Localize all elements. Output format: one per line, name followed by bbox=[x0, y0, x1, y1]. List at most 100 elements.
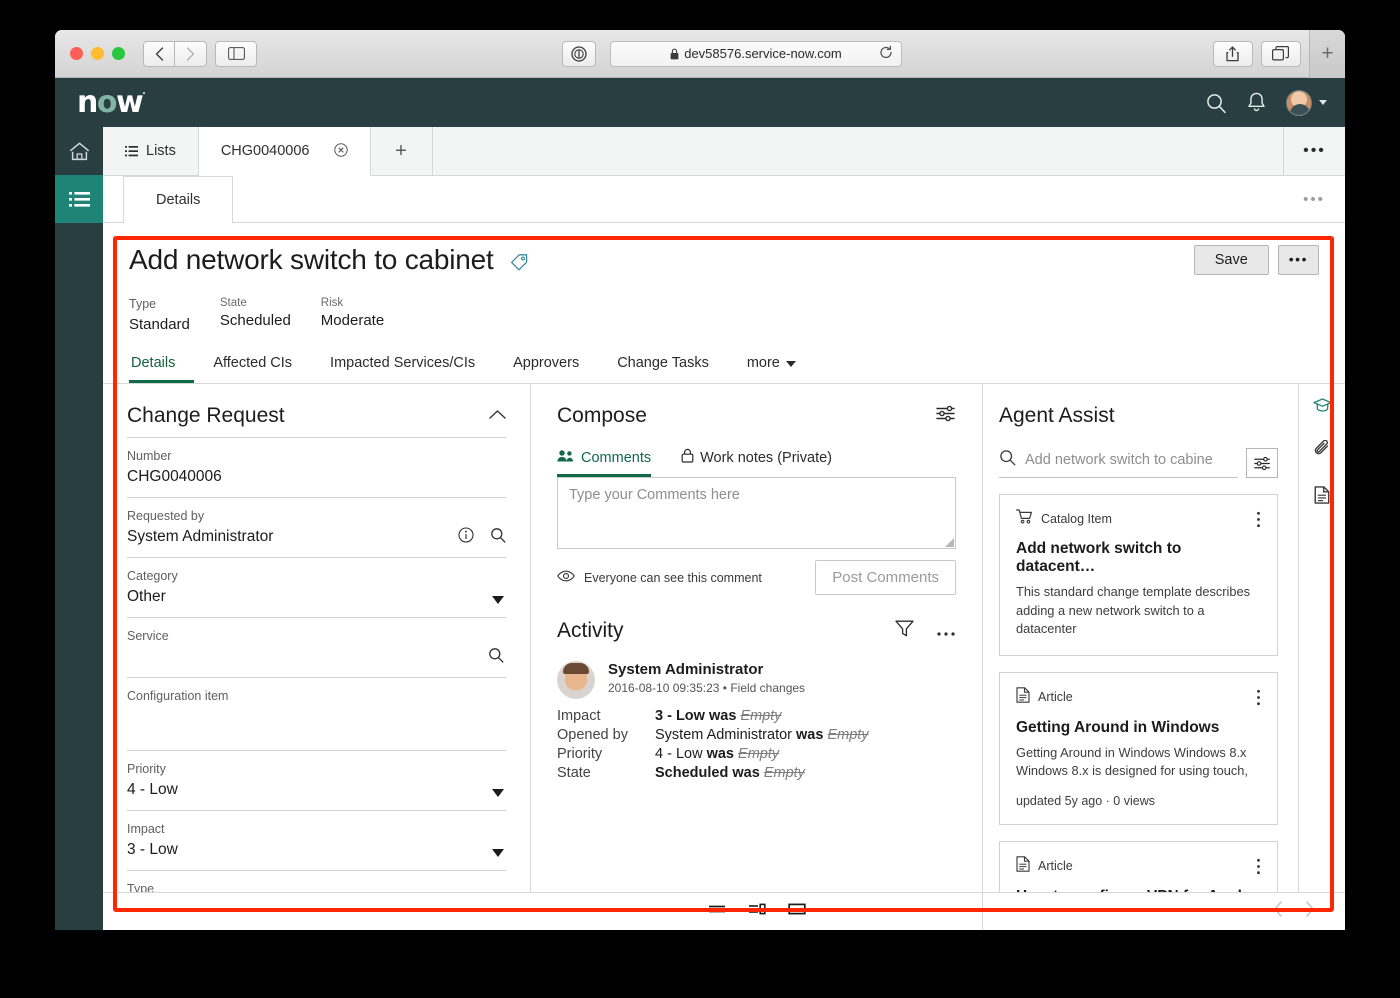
paperclip-icon[interactable] bbox=[1314, 439, 1331, 464]
card-header: Catalog Item bbox=[1016, 509, 1261, 529]
field-requested-by[interactable]: Requested by System Administrator bbox=[127, 498, 506, 558]
share-icon[interactable] bbox=[1212, 40, 1253, 67]
graduation-cap-icon[interactable] bbox=[1312, 398, 1332, 418]
chevron-down-icon[interactable] bbox=[492, 596, 504, 604]
tab-lists[interactable]: Lists bbox=[103, 127, 199, 175]
field-priority[interactable]: Priority 4 - Low bbox=[127, 751, 506, 811]
field-type-label: Type bbox=[127, 882, 155, 892]
forward-arrow-icon[interactable] bbox=[175, 40, 207, 67]
lock-icon bbox=[681, 448, 694, 467]
card-title: Getting Around in Windows bbox=[1016, 718, 1220, 736]
close-window-button[interactable] bbox=[70, 47, 83, 60]
record-tab-change-tasks[interactable]: Change Tasks bbox=[598, 355, 728, 383]
window-controls[interactable] bbox=[65, 47, 125, 60]
chevron-down-icon[interactable] bbox=[492, 789, 504, 797]
lock-icon bbox=[670, 48, 679, 59]
close-icon[interactable] bbox=[333, 142, 348, 160]
chevron-right-icon[interactable] bbox=[1305, 901, 1315, 922]
reload-icon[interactable] bbox=[879, 45, 893, 62]
search-icon[interactable] bbox=[488, 647, 504, 668]
compose-header-actions bbox=[936, 404, 956, 428]
record-tab-impacted-services[interactable]: Impacted Services/CIs bbox=[311, 355, 494, 383]
add-tab-button[interactable]: + bbox=[370, 127, 433, 175]
rail-item-home[interactable] bbox=[55, 127, 103, 175]
people-icon bbox=[557, 449, 575, 466]
kebab-menu-icon[interactable] bbox=[1256, 689, 1261, 706]
subtab-details-label: Details bbox=[156, 192, 201, 208]
user-menu[interactable] bbox=[1286, 89, 1327, 116]
field-change-was: was bbox=[706, 746, 735, 762]
field-category[interactable]: Category Other bbox=[127, 558, 506, 618]
chevron-down-icon[interactable] bbox=[492, 849, 504, 857]
layout-single-icon[interactable] bbox=[787, 902, 806, 921]
meta-risk: Risk Moderate bbox=[321, 297, 384, 333]
agent-assist-card[interactable]: Article How to configure VPN for Apple … bbox=[999, 840, 1278, 892]
field-change-row: Opened by System Administrator was Empty bbox=[557, 727, 956, 743]
compose-tab-work-notes[interactable]: Work notes (Private) bbox=[681, 448, 832, 477]
field-number[interactable]: Number CHG0040006 bbox=[127, 438, 506, 498]
layout-split-icon[interactable] bbox=[748, 902, 766, 921]
save-button[interactable]: Save bbox=[1193, 245, 1269, 275]
field-service[interactable]: Service bbox=[127, 618, 506, 678]
record-more-button[interactable]: ••• bbox=[1277, 245, 1319, 275]
search-icon[interactable] bbox=[1205, 92, 1227, 114]
layout-stacked-icon[interactable] bbox=[708, 902, 726, 921]
show-tabs-icon[interactable] bbox=[1260, 40, 1301, 67]
record-tab-affected-cis[interactable]: Affected CIs bbox=[194, 355, 311, 383]
field-configuration-item-label: Configuration item bbox=[127, 689, 229, 703]
sidebar-toggle-icon[interactable] bbox=[215, 40, 257, 67]
change-request-form-panel: Change Request Number CHG0040006 Request… bbox=[103, 384, 531, 892]
subtab-details[interactable]: Details bbox=[123, 176, 234, 223]
privacy-report-icon[interactable] bbox=[562, 40, 597, 67]
record-tab-more[interactable]: more bbox=[728, 355, 815, 383]
compose-tab-comments[interactable]: Comments bbox=[557, 448, 652, 477]
visibility-note-text: Everyone can see this comment bbox=[584, 570, 762, 585]
kebab-menu-icon[interactable] bbox=[1256, 858, 1261, 875]
tag-icon[interactable] bbox=[510, 253, 529, 277]
tab-chg0040006[interactable]: CHG0040006 bbox=[198, 127, 371, 176]
card-kind-label: Article bbox=[1038, 859, 1073, 874]
new-tab-button[interactable]: + bbox=[1308, 30, 1345, 78]
info-icon[interactable] bbox=[458, 527, 474, 548]
chevron-left-icon[interactable] bbox=[1273, 901, 1283, 922]
field-service-label: Service bbox=[127, 629, 169, 643]
form-section-header[interactable]: Change Request bbox=[127, 404, 506, 438]
record-tab-approvers[interactable]: Approvers bbox=[494, 355, 598, 383]
agent-assist-card[interactable]: Catalog Item Add network switch to datac… bbox=[999, 494, 1278, 656]
left-nav-rail bbox=[55, 127, 103, 930]
search-icon[interactable] bbox=[490, 527, 506, 548]
post-comments-button[interactable]: Post Comments bbox=[815, 560, 956, 595]
maximize-window-button[interactable] bbox=[112, 47, 125, 60]
now-logo[interactable]: now. bbox=[77, 87, 146, 118]
field-number-value: CHG0040006 bbox=[127, 468, 222, 485]
meta-state-value: Scheduled bbox=[219, 312, 291, 329]
agent-assist-header: Agent Assist bbox=[999, 404, 1278, 428]
kebab-menu-icon[interactable] bbox=[1256, 511, 1261, 528]
field-impact-label: Impact bbox=[127, 822, 165, 836]
compose-settings-icon[interactable] bbox=[936, 404, 956, 428]
chevron-up-icon[interactable] bbox=[489, 407, 506, 425]
minimize-window-button[interactable] bbox=[91, 47, 104, 60]
record-tab-details[interactable]: Details bbox=[129, 355, 195, 383]
field-impact[interactable]: Impact 3 - Low bbox=[127, 811, 506, 871]
rail-item-lists[interactable] bbox=[55, 175, 103, 223]
more-options-icon[interactable] bbox=[936, 619, 956, 643]
comments-textarea[interactable]: Type your Comments here bbox=[557, 477, 956, 549]
agent-assist-search-value: Add network switch to cabine bbox=[1025, 451, 1213, 468]
tabstrip-overflow-menu[interactable]: ••• bbox=[1283, 127, 1345, 175]
record-title-row: Add network switch to cabinet Save ••• bbox=[129, 244, 1319, 277]
address-bar[interactable]: dev58576.service-now.com bbox=[610, 40, 902, 67]
filter-settings-icon[interactable] bbox=[1246, 448, 1278, 478]
navigation-buttons[interactable] bbox=[143, 40, 207, 67]
notifications-bell-icon[interactable] bbox=[1247, 92, 1266, 113]
agent-assist-search-input[interactable]: Add network switch to cabine bbox=[999, 449, 1238, 478]
field-configuration-item[interactable]: Configuration item bbox=[127, 678, 506, 751]
filter-icon[interactable] bbox=[895, 619, 914, 643]
field-change-row: Priority 4 - Low was Empty bbox=[557, 746, 956, 762]
field-type[interactable]: Type bbox=[127, 871, 506, 892]
agent-assist-card[interactable]: Article Getting Around in Windows Gettin… bbox=[999, 671, 1278, 825]
meta-state-label: State bbox=[219, 297, 247, 309]
document-icon[interactable] bbox=[1314, 486, 1330, 509]
back-arrow-icon[interactable] bbox=[143, 40, 175, 67]
subtab-overflow-menu[interactable]: ••• bbox=[1283, 176, 1345, 222]
